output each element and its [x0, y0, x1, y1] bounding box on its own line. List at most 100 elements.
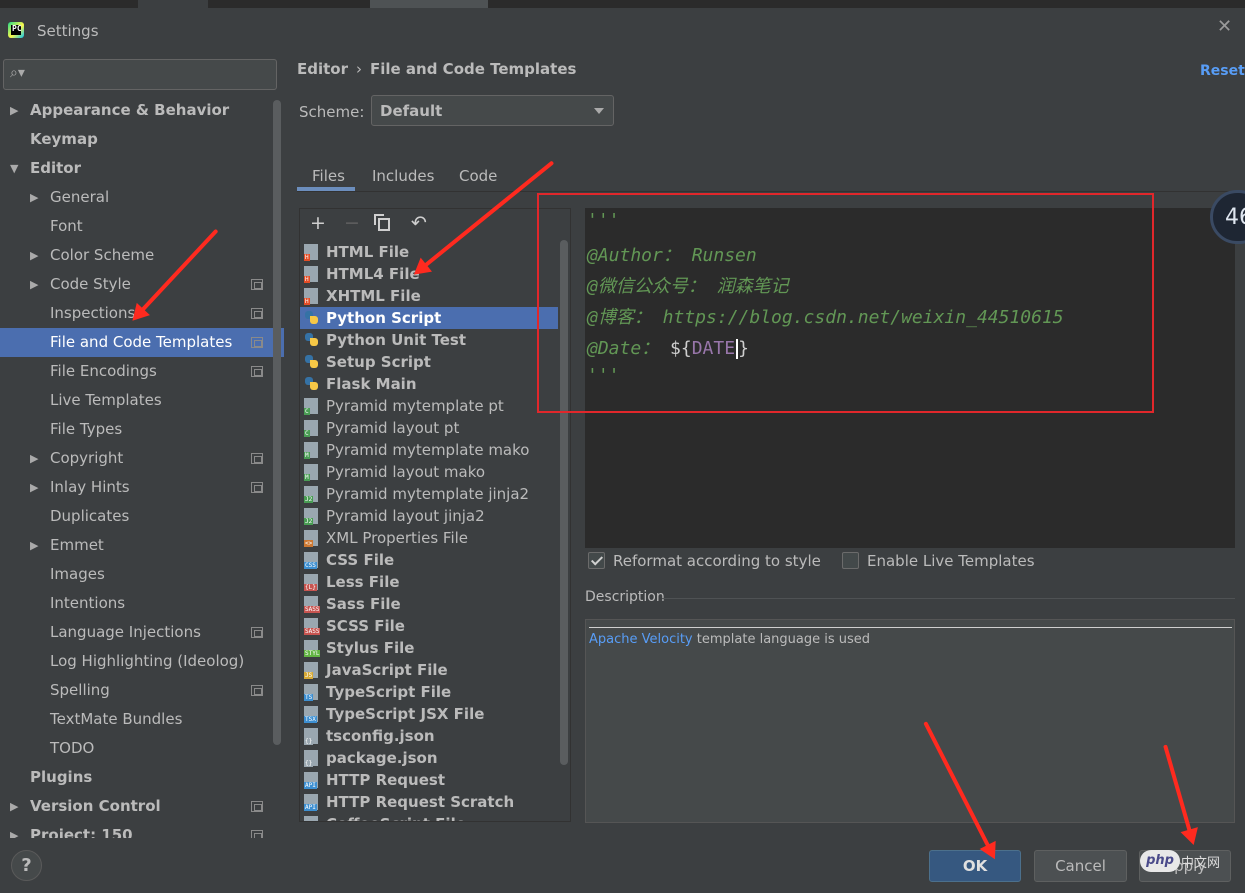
file-type-icon: M [304, 464, 320, 481]
help-button[interactable]: ? [11, 850, 42, 881]
template-item-typescript-file[interactable]: TS TypeScript File [300, 681, 558, 703]
expand-right-icon[interactable]: ▶ [30, 183, 38, 212]
sidebar-item-label: Appearance & Behavior [30, 101, 230, 119]
sidebar-item-code-style[interactable]: ▶ Code Style [0, 270, 272, 299]
sidebar-item-plugins[interactable]: Plugins [0, 763, 272, 792]
sidebar-item-appearance-behavior[interactable]: ▶ Appearance & Behavior [0, 96, 272, 125]
expand-right-icon[interactable]: ▶ [30, 270, 38, 299]
template-tabs: Files Includes Code [297, 160, 1245, 192]
template-item-typescript-jsx-file[interactable]: TSX TypeScript JSX File [300, 703, 558, 725]
template-item-sass-file[interactable]: SASS Sass File [300, 593, 558, 615]
template-item-pyramid-mytemplate-mako[interactable]: M Pyramid mytemplate mako [300, 439, 558, 461]
sidebar-item-inlay-hints[interactable]: ▶ Inlay Hints [0, 473, 272, 502]
breadcrumb-editor[interactable]: Editor [297, 60, 348, 78]
tab-code[interactable]: Code [459, 167, 497, 185]
template-item-pyramid-mytemplate-jinja2[interactable]: J2 Pyramid mytemplate jinja2 [300, 483, 558, 505]
close-icon[interactable]: ✕ [1217, 16, 1232, 37]
sidebar-item-label: Font [50, 217, 83, 235]
template-item-css-file[interactable]: CSS CSS File [300, 549, 558, 571]
tab-includes[interactable]: Includes [372, 167, 434, 185]
reset-template-button[interactable]: ↶ [411, 212, 427, 234]
template-item-stylus-file[interactable]: STYL Stylus File [300, 637, 558, 659]
template-item-pyramid-layout-mako[interactable]: M Pyramid layout mako [300, 461, 558, 483]
template-item-python-unit-test[interactable]: Python Unit Test [300, 329, 558, 351]
project-scope-icon [251, 685, 263, 696]
description-divider [662, 598, 1235, 599]
tree-scrollbar[interactable] [273, 100, 281, 745]
reformat-checkbox[interactable] [588, 552, 605, 569]
template-item-flask-main[interactable]: Flask Main [300, 373, 558, 395]
search-icon: ⌕▾ [10, 65, 25, 81]
sidebar-item-copyright[interactable]: ▶ Copyright [0, 444, 272, 473]
sidebar-item-textmate-bundles[interactable]: TextMate Bundles [0, 705, 272, 734]
breadcrumb-separator: › [356, 60, 362, 78]
expand-right-icon[interactable]: ▶ [30, 444, 38, 473]
sidebar-item-project-150[interactable]: ▶ Project: 150 [0, 821, 272, 838]
sidebar-item-editor[interactable]: ▼ Editor [0, 154, 272, 183]
template-item-xhtml-file[interactable]: H XHTML File [300, 285, 558, 307]
sidebar-item-version-control[interactable]: ▶ Version Control [0, 792, 272, 821]
sidebar-item-duplicates[interactable]: Duplicates [0, 502, 272, 531]
template-item-javascript-file[interactable]: JS JavaScript File [300, 659, 558, 681]
template-item-label: Python Script [326, 309, 442, 327]
cancel-button[interactable]: Cancel [1034, 850, 1127, 882]
file-type-icon: C [304, 398, 320, 415]
sidebar-item-general[interactable]: ▶ General [0, 183, 272, 212]
file-type-icon: <> [304, 530, 320, 547]
expand-down-icon[interactable]: ▼ [10, 154, 18, 183]
template-item-html4-file[interactable]: H HTML4 File [300, 263, 558, 285]
sidebar-item-log-highlighting-ideolog[interactable]: Log Highlighting (Ideolog) [0, 647, 272, 676]
template-item-setup-script[interactable]: Setup Script [300, 351, 558, 373]
background-tab-active [370, 0, 488, 8]
remove-template-button[interactable]: − [344, 212, 360, 234]
file-type-icon: API [304, 794, 320, 811]
apache-velocity-link[interactable]: Apache Velocity [589, 632, 693, 647]
template-item-xml-properties-file[interactable]: <> XML Properties File [300, 527, 558, 549]
sidebar-item-todo[interactable]: TODO [0, 734, 272, 763]
sidebar-item-file-encodings[interactable]: File Encodings [0, 357, 272, 386]
add-template-button[interactable]: + [310, 212, 326, 234]
sidebar-item-spelling[interactable]: Spelling [0, 676, 272, 705]
template-item-scss-file[interactable]: SASS SCSS File [300, 615, 558, 637]
sidebar-item-font[interactable]: Font [0, 212, 272, 241]
template-item-less-file[interactable]: {L} Less File [300, 571, 558, 593]
project-scope-icon [251, 308, 263, 319]
expand-right-icon[interactable]: ▶ [10, 821, 18, 838]
template-item-pyramid-layout-pt[interactable]: C Pyramid layout pt [300, 417, 558, 439]
sidebar-item-label: Code Style [50, 275, 131, 293]
description-title: Description [585, 589, 665, 605]
sidebar-item-file-types[interactable]: File Types [0, 415, 272, 444]
expand-right-icon[interactable]: ▶ [30, 531, 38, 560]
expand-right-icon[interactable]: ▶ [10, 792, 18, 821]
sidebar-item-live-templates[interactable]: Live Templates [0, 386, 272, 415]
scheme-select[interactable]: Default [371, 95, 614, 126]
copy-template-icon[interactable] [374, 214, 390, 231]
tab-files[interactable]: Files [312, 167, 345, 185]
sidebar-item-intentions[interactable]: Intentions [0, 589, 272, 618]
sidebar-item-emmet[interactable]: ▶ Emmet [0, 531, 272, 560]
template-item-http-request[interactable]: API HTTP Request [300, 769, 558, 791]
sidebar-item-images[interactable]: Images [0, 560, 272, 589]
template-item-package-json[interactable]: {} package.json [300, 747, 558, 769]
sidebar-item-color-scheme[interactable]: ▶ Color Scheme [0, 241, 272, 270]
template-item-python-script[interactable]: Python Script [300, 307, 558, 329]
template-item-label: Sass File [326, 595, 401, 613]
template-item-tsconfig-json[interactable]: {} tsconfig.json [300, 725, 558, 747]
expand-right-icon[interactable]: ▶ [30, 241, 38, 270]
expand-right-icon[interactable]: ▶ [30, 473, 38, 502]
sidebar-item-keymap[interactable]: Keymap [0, 125, 272, 154]
sidebar-item-language-injections[interactable]: Language Injections [0, 618, 272, 647]
sidebar-item-label: Images [50, 565, 105, 583]
template-item-pyramid-mytemplate-pt[interactable]: C Pyramid mytemplate pt [300, 395, 558, 417]
template-item-http-request-scratch[interactable]: API HTTP Request Scratch [300, 791, 558, 813]
template-item-pyramid-layout-jinja2[interactable]: J2 Pyramid layout jinja2 [300, 505, 558, 527]
expand-right-icon[interactable]: ▶ [10, 96, 18, 125]
reset-link[interactable]: Reset [1200, 63, 1245, 79]
template-item-coffeescript-file[interactable]: C CoffeeScript File [300, 813, 558, 821]
project-scope-icon [251, 830, 263, 838]
live-templates-checkbox[interactable] [842, 552, 859, 569]
sidebar-item-label: Language Injections [50, 623, 201, 641]
settings-search-input[interactable]: ⌕▾ [3, 59, 277, 90]
sidebar-item-file-and-code-templates[interactable]: File and Code Templates [0, 328, 284, 357]
ok-button[interactable]: OK [929, 850, 1021, 882]
